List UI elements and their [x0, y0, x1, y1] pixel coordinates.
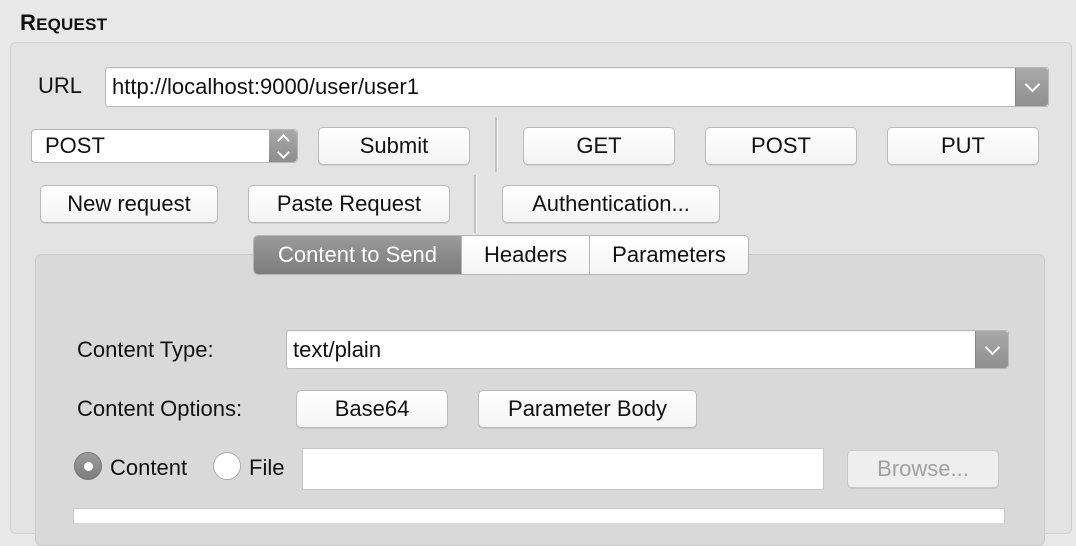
submit-button[interactable]: Submit [318, 127, 470, 165]
authentication-button[interactable]: Authentication... [502, 185, 720, 223]
new-request-button[interactable]: New request [40, 185, 218, 223]
chevron-down-icon [1024, 76, 1040, 93]
method-select-value: POST [45, 133, 105, 158]
content-options-label: Content Options: [77, 396, 243, 421]
content-type-dropdown-button[interactable] [975, 331, 1008, 368]
tab-parameters[interactable]: Parameters [589, 236, 748, 274]
file-path-input[interactable] [302, 448, 824, 490]
content-type-input[interactable]: text/plain [293, 337, 381, 362]
separator [495, 117, 498, 172]
url-dropdown-button[interactable] [1015, 68, 1048, 106]
chevron-down-icon [984, 339, 1000, 355]
get-button[interactable]: GET [523, 127, 675, 165]
browse-button[interactable]: Browse... [847, 450, 999, 488]
separator [474, 175, 477, 233]
base64-button[interactable]: Base64 [296, 390, 448, 428]
up-down-arrows-icon [269, 130, 297, 162]
file-radio-label[interactable]: File [249, 455, 284, 481]
tab-headers[interactable]: Headers [461, 236, 590, 274]
url-input[interactable]: http://localhost:9000/user/user1 [112, 74, 419, 99]
post-button[interactable]: POST [705, 127, 857, 165]
section-title: REQUEST [20, 10, 108, 35]
content-radio-label[interactable]: Content [110, 455, 187, 481]
method-select[interactable]: POST [31, 129, 298, 163]
content-textarea[interactable] [73, 508, 1005, 523]
content-radio[interactable] [74, 452, 102, 480]
tab-content-to-send[interactable]: Content to Send [254, 236, 462, 274]
url-combobox[interactable]: http://localhost:9000/user/user1 [105, 67, 1049, 107]
url-label: URL [38, 73, 83, 98]
file-radio[interactable] [213, 452, 241, 480]
put-button[interactable]: PUT [887, 127, 1039, 165]
tab-bar: Content to Send Headers Parameters [253, 235, 749, 275]
content-type-combobox[interactable]: text/plain [286, 330, 1009, 369]
paste-request-button[interactable]: Paste Request [248, 185, 450, 223]
parameter-body-button[interactable]: Parameter Body [478, 390, 697, 428]
content-type-label: Content Type: [77, 337, 214, 362]
